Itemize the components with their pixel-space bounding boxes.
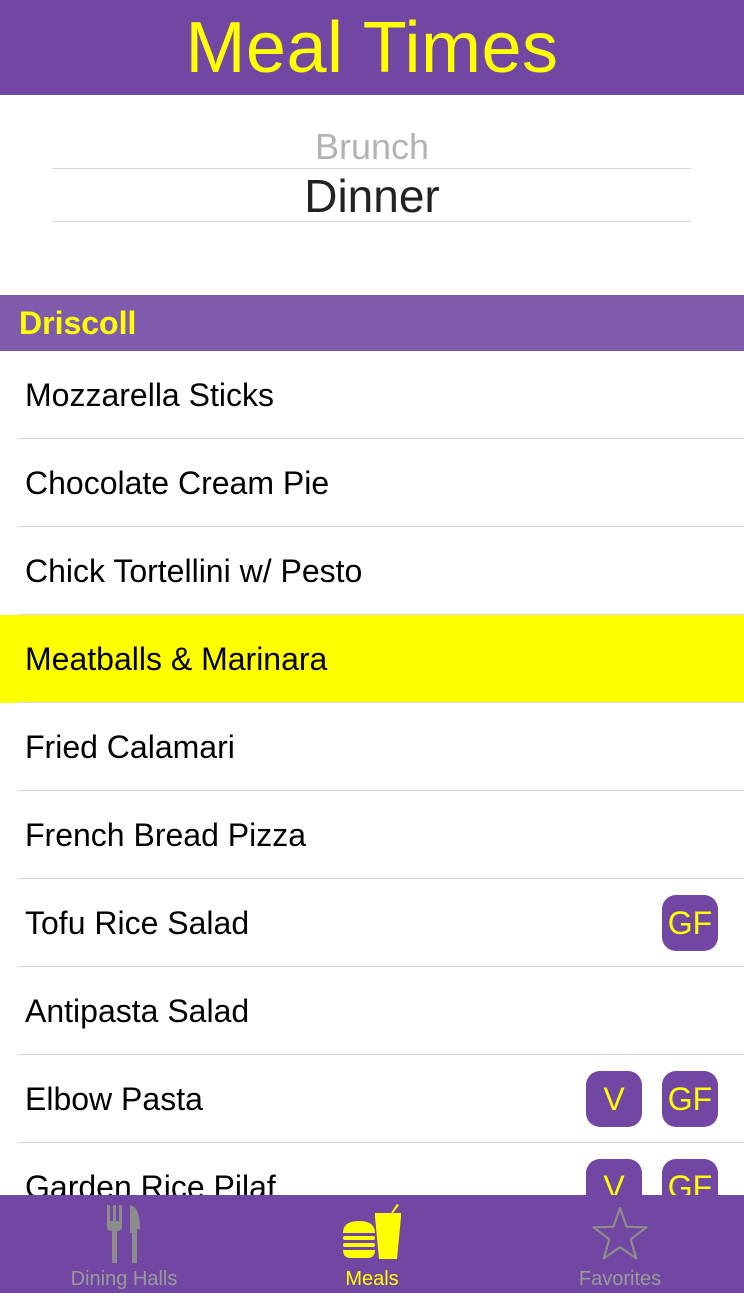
star-icon bbox=[591, 1203, 649, 1265]
gluten-free-badge: GF bbox=[662, 895, 718, 951]
item-label: Tofu Rice Salad bbox=[25, 904, 250, 941]
list-item[interactable]: Tofu Rice Salad GF bbox=[0, 879, 744, 967]
diet-badges: GF bbox=[662, 895, 744, 951]
list-item-selected[interactable]: Meatballs & Marinara bbox=[0, 615, 744, 703]
app-screen: Meal Times Brunch Dinner Driscoll Mozzar… bbox=[0, 0, 744, 1293]
item-label: Chick Tortellini w/ Pesto bbox=[25, 552, 363, 589]
burger-drink-icon bbox=[341, 1203, 403, 1265]
list-item[interactable]: Chocolate Cream Pie bbox=[0, 439, 744, 527]
tab-meals[interactable]: Meals bbox=[248, 1195, 496, 1293]
tab-label: Meals bbox=[345, 1268, 399, 1290]
picker-option-brunch[interactable]: Brunch bbox=[0, 129, 744, 165]
list-item[interactable]: Antipasta Salad bbox=[0, 967, 744, 1055]
nav-header: Meal Times bbox=[0, 0, 744, 95]
tab-dining-halls[interactable]: Dining Halls bbox=[0, 1195, 248, 1293]
page-title: Meal Times bbox=[185, 7, 559, 88]
list-item[interactable]: French Bread Pizza bbox=[0, 791, 744, 879]
fork-knife-icon bbox=[104, 1203, 144, 1265]
item-label: Mozzarella Sticks bbox=[25, 376, 274, 413]
item-label: Antipasta Salad bbox=[25, 992, 250, 1029]
section-header: Driscoll bbox=[0, 295, 744, 351]
item-label: French Bread Pizza bbox=[25, 816, 307, 853]
item-label: Meatballs & Marinara bbox=[25, 640, 328, 677]
item-label: Chocolate Cream Pie bbox=[25, 464, 330, 501]
tab-bar: Dining Halls Meals Favorites bbox=[0, 1195, 744, 1293]
item-label: Elbow Pasta bbox=[25, 1080, 203, 1117]
tab-favorites[interactable]: Favorites bbox=[496, 1195, 744, 1293]
gluten-free-badge: GF bbox=[662, 1071, 718, 1127]
list-item[interactable]: Fried Calamari bbox=[0, 703, 744, 791]
vegan-badge: V bbox=[586, 1071, 642, 1127]
meal-time-picker[interactable]: Brunch Dinner bbox=[0, 95, 744, 295]
tab-label: Favorites bbox=[578, 1268, 662, 1290]
section-title: Driscoll bbox=[19, 304, 137, 341]
picker-divider-bottom bbox=[52, 221, 691, 222]
tab-label: Dining Halls bbox=[70, 1268, 178, 1290]
item-label: Fried Calamari bbox=[25, 728, 235, 765]
list-item[interactable]: Elbow Pasta V GF bbox=[0, 1055, 744, 1143]
picker-divider-top bbox=[52, 168, 691, 169]
diet-badges: V GF bbox=[586, 1071, 744, 1127]
list-item[interactable]: Chick Tortellini w/ Pesto bbox=[0, 527, 744, 615]
picker-option-selected[interactable]: Dinner bbox=[0, 172, 744, 220]
list-item[interactable]: Mozzarella Sticks bbox=[0, 351, 744, 439]
meal-list: Mozzarella Sticks Chocolate Cream Pie Ch… bbox=[0, 351, 744, 1231]
